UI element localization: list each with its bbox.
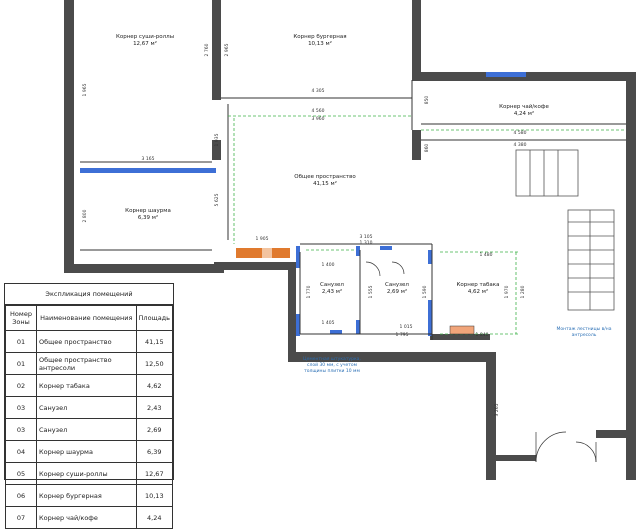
room-name: Корнер чай/кофе xyxy=(499,103,549,110)
table-row: 05 Корнер суши-роллы 12,67 xyxy=(5,462,174,485)
room-legend: Экспликация помещений Номер Зоны Наимено… xyxy=(4,283,174,529)
table-row: 03 Санузел 2,43 xyxy=(5,396,174,419)
note-line: Цементная штукатурка, xyxy=(303,356,361,362)
room-name: Корнер суши-роллы xyxy=(116,34,174,40)
room-name: Корнер шаурма xyxy=(125,208,171,214)
note-line: толщины плитки 10 мм xyxy=(304,368,360,374)
dimension: 3 265 xyxy=(494,403,500,416)
room-area: 4,62 м² xyxy=(468,288,488,295)
legend-header-area: Площадь xyxy=(135,305,174,331)
room-name: Санузел xyxy=(385,282,409,288)
dimension: 1 400 xyxy=(322,262,335,268)
legend-area: 4,24 xyxy=(135,506,174,529)
room-name: Общее пространство xyxy=(294,174,356,180)
table-row: 02 Корнер табака 4,62 xyxy=(5,374,174,397)
legend-header-name: Наименование помещения xyxy=(36,305,137,331)
dimension: 1 935 xyxy=(214,133,220,146)
note-line: Монтаж лестницы в/на xyxy=(557,326,612,332)
legend-num: 01 xyxy=(5,352,37,375)
legend-area: 41,15 xyxy=(135,330,174,353)
legend-num: 03 xyxy=(5,418,37,441)
legend-room-name: Корнер табака xyxy=(36,374,137,397)
table-row: 01 Общее пространство антресоли 12,50 xyxy=(5,352,174,375)
room-name: Санузел xyxy=(320,282,344,288)
legend-num: 02 xyxy=(5,374,37,397)
legend-room-name: Корнер шаурма xyxy=(36,440,137,463)
dimension: 4 580 xyxy=(514,130,527,136)
room-area: 6,39 м² xyxy=(138,214,158,221)
dimension: 1 970 xyxy=(504,285,510,298)
legend-num: 04 xyxy=(5,440,37,463)
room-area: 10,13 м² xyxy=(308,40,332,47)
legend-num: 07 xyxy=(5,506,37,529)
dimension: 1 905 xyxy=(256,236,269,242)
legend-area: 4,62 xyxy=(135,374,174,397)
dimension: 2 760 xyxy=(204,43,210,56)
legend-area: 10,13 xyxy=(135,484,174,507)
legend-area: 2,43 xyxy=(135,396,174,419)
legend-num: 06 xyxy=(5,484,37,507)
legend-room-name: Корнер суши-роллы xyxy=(36,462,137,485)
dimension: 5 625 xyxy=(214,193,220,206)
legend-area: 6,39 xyxy=(135,440,174,463)
dimension: 3 960 xyxy=(312,116,325,122)
dimension: 3 165 xyxy=(142,156,155,162)
dimension: 1 405 xyxy=(322,320,335,326)
table-row: 07 Корнер чай/кофе 4,24 xyxy=(5,506,174,529)
dimension: 850 xyxy=(424,96,430,105)
dimension: 1 770 xyxy=(306,285,312,298)
legend-room-name: Санузел xyxy=(36,418,137,441)
legend-area: 2,69 xyxy=(135,418,174,441)
dimension: 1 590 xyxy=(422,285,428,298)
dimension: 4 305 xyxy=(312,88,325,94)
legend-title: Экспликация помещений xyxy=(5,284,173,305)
dimension: 1 840 xyxy=(476,332,489,338)
table-row: 03 Санузел 2,69 xyxy=(5,418,174,441)
legend-room-name: Корнер чай/кофе xyxy=(36,506,137,529)
legend-num: 01 xyxy=(5,330,37,353)
dimension: 2 800 xyxy=(82,209,88,222)
legend-area: 12,67 xyxy=(135,462,174,485)
dimension: 1 555 xyxy=(368,285,374,298)
room-area: 4,24 м² xyxy=(514,110,534,117)
legend-num: 05 xyxy=(5,462,37,485)
dimension: 860 xyxy=(424,144,430,153)
room-name: Корнер табака xyxy=(456,282,499,288)
note-line: слой 30 мм, с учетом xyxy=(307,361,357,368)
dimension: 4 560 xyxy=(312,108,325,114)
room-name: Корнер бургерная xyxy=(293,34,346,40)
table-row: 04 Корнер шаурма 6,39 xyxy=(5,440,174,463)
legend-room-name: Корнер бургерная xyxy=(36,484,137,507)
legend-header-row: Номер Зоны Наименование помещения Площад… xyxy=(5,305,174,331)
dimension: 1 965 xyxy=(82,83,88,96)
table-row: 06 Корнер бургерная 10,13 xyxy=(5,484,174,507)
table-row: 01 Общее пространство 41,15 xyxy=(5,330,174,353)
note-line: антресоль xyxy=(572,333,597,338)
dimension: 1 795 xyxy=(396,332,409,338)
kitchen-counter xyxy=(236,248,475,335)
dimension: 1 015 xyxy=(400,324,413,330)
room-area: 41,15 м² xyxy=(313,180,337,187)
stairs xyxy=(515,149,615,311)
legend-num: 03 xyxy=(5,396,37,419)
legend-header-number: Номер Зоны xyxy=(5,305,37,331)
dimension: 3 105 xyxy=(360,234,373,240)
room-area: 2,43 м² xyxy=(322,288,342,295)
legend-room-name: Общее пространство антресоли xyxy=(36,352,137,375)
dimension: 2 965 xyxy=(224,43,230,56)
legend-table: Номер Зоны Наименование помещения Площад… xyxy=(5,305,174,529)
legend-room-name: Общее пространство xyxy=(36,330,137,353)
dimension: 1 310 xyxy=(360,240,373,246)
dimension: 1 280 xyxy=(520,285,526,298)
legend-room-name: Санузел xyxy=(36,396,137,419)
dimension: 4 380 xyxy=(514,142,527,148)
dimension: 1 480 xyxy=(480,252,493,258)
legend-area: 12,50 xyxy=(135,352,174,375)
room-area: 2,69 м² xyxy=(387,288,407,295)
room-area: 12,67 м² xyxy=(133,40,157,47)
